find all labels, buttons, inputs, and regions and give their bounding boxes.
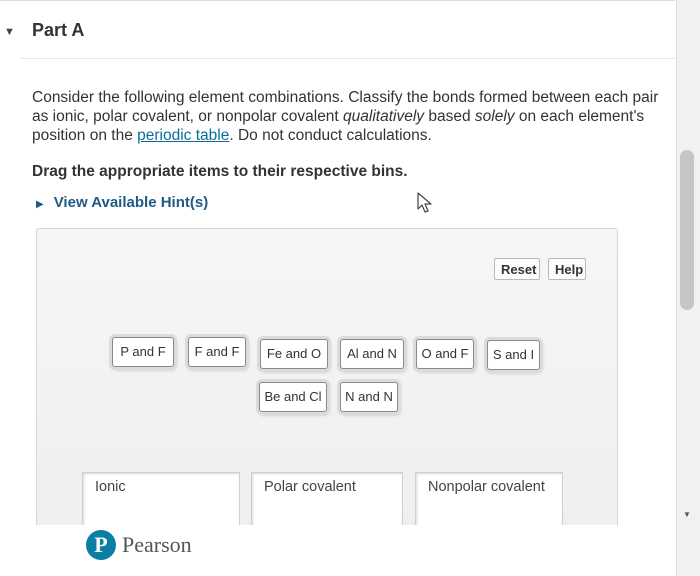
part-title: Part A	[32, 20, 85, 40]
pointer-cursor-icon	[417, 192, 432, 213]
drag-item-p-and-f[interactable]: P and F	[112, 337, 174, 367]
view-hints-toggle[interactable]: ▶ View Available Hint(s)	[36, 194, 208, 211]
pearson-logo-icon: P	[86, 530, 116, 560]
bin-title: Ionic	[95, 479, 126, 495]
bin-title: Polar covalent	[264, 479, 356, 495]
question-text-mid: based	[424, 108, 475, 125]
reset-button[interactable]: Reset	[494, 258, 540, 280]
question-emphasis-qualitatively: qualitatively	[343, 108, 425, 125]
help-button[interactable]: Help	[548, 258, 586, 280]
drag-item-n-and-n[interactable]: N and N	[340, 382, 398, 412]
view-hints-label: View Available Hint(s)	[53, 194, 209, 211]
periodic-table-link[interactable]: periodic table	[137, 127, 229, 144]
collapse-part-toggle[interactable]: ▼	[4, 26, 15, 38]
pearson-logo: P Pearson	[86, 530, 192, 560]
drag-item-o-and-f[interactable]: O and F	[416, 339, 474, 369]
scroll-down-arrow-icon[interactable]: ▼	[683, 510, 691, 519]
drag-item-s-and-i[interactable]: S and I	[487, 340, 540, 370]
bin-ionic[interactable]: Ionic	[82, 472, 240, 528]
pearson-logo-text: Pearson	[122, 532, 192, 557]
bin-title: Nonpolar covalent	[428, 479, 545, 495]
question-text: Consider the following element combinati…	[32, 88, 662, 145]
top-divider	[0, 0, 675, 1]
triangle-right-icon: ▶	[36, 199, 44, 210]
bin-polar-covalent[interactable]: Polar covalent	[251, 472, 403, 528]
question-emphasis-solely: solely	[474, 108, 515, 125]
question-text-end: . Do not conduct calculations.	[229, 127, 432, 144]
instruction-text: Drag the appropriate items to their resp…	[32, 163, 408, 180]
drag-item-be-and-cl[interactable]: Be and Cl	[259, 382, 327, 412]
drag-item-al-and-n[interactable]: Al and N	[340, 339, 404, 369]
scrollbar-thumb[interactable]	[680, 150, 694, 310]
part-divider	[20, 58, 675, 59]
drag-item-fe-and-o[interactable]: Fe and O	[260, 339, 328, 369]
drag-item-f-and-f[interactable]: F and F	[188, 337, 246, 367]
bin-nonpolar-covalent[interactable]: Nonpolar covalent	[415, 472, 563, 528]
